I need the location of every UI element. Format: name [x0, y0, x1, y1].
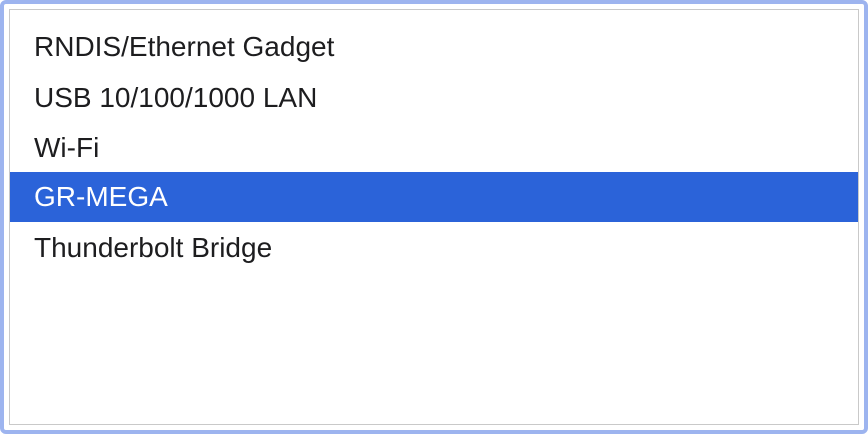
list-item-gr-mega[interactable]: GR-MEGA — [10, 172, 858, 222]
list-item-wi-fi[interactable]: Wi-Fi — [10, 123, 858, 173]
list-item-thunderbolt-bridge[interactable]: Thunderbolt Bridge — [10, 223, 858, 273]
list-item-rndis-ethernet-gadget[interactable]: RNDIS/Ethernet Gadget — [10, 22, 858, 72]
list-item-usb-lan[interactable]: USB 10/100/1000 LAN — [10, 73, 858, 123]
network-service-list-inner: RNDIS/Ethernet Gadget USB 10/100/1000 LA… — [9, 9, 859, 425]
network-service-list[interactable]: RNDIS/Ethernet Gadget USB 10/100/1000 LA… — [0, 0, 868, 434]
